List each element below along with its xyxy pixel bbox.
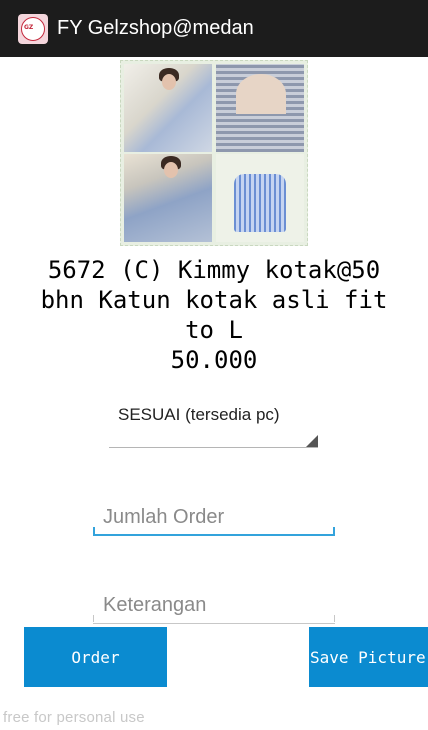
product-description: 5672 (C) Kimmy kotak@50 bhn Katun kotak … [40, 256, 388, 344]
product-info: 5672 (C) Kimmy kotak@50 bhn Katun kotak … [0, 255, 428, 375]
product-photo-model-seated [124, 154, 212, 242]
watermark: free for personal use [3, 709, 145, 726]
save-picture-button[interactable]: Save Picture [309, 627, 428, 687]
size-spinner-value: SESUAI (tersedia pc) [118, 405, 280, 424]
product-price: 50.000 [170, 346, 258, 374]
note-field-edge-right [334, 615, 335, 622]
note-field-edge-left [93, 615, 94, 622]
product-photo-model-front [124, 64, 212, 152]
product-image [120, 60, 308, 246]
product-photo-flatlay [216, 154, 304, 242]
note-field[interactable] [93, 588, 335, 624]
product-photo-closeup [216, 64, 304, 152]
quantity-field[interactable] [93, 500, 335, 536]
quantity-field-edge-left [93, 527, 95, 536]
dropdown-arrow-icon [306, 435, 318, 447]
app-title: FY Gelzshop@medan [57, 17, 254, 39]
size-spinner[interactable]: SESUAI (tersedia pc) [109, 398, 318, 448]
order-button[interactable]: Order [24, 627, 167, 687]
action-bar: GZ FY Gelzshop@medan [0, 0, 428, 57]
quantity-field-edge-right [333, 527, 335, 536]
shop-logo-icon[interactable]: GZ [18, 13, 48, 44]
